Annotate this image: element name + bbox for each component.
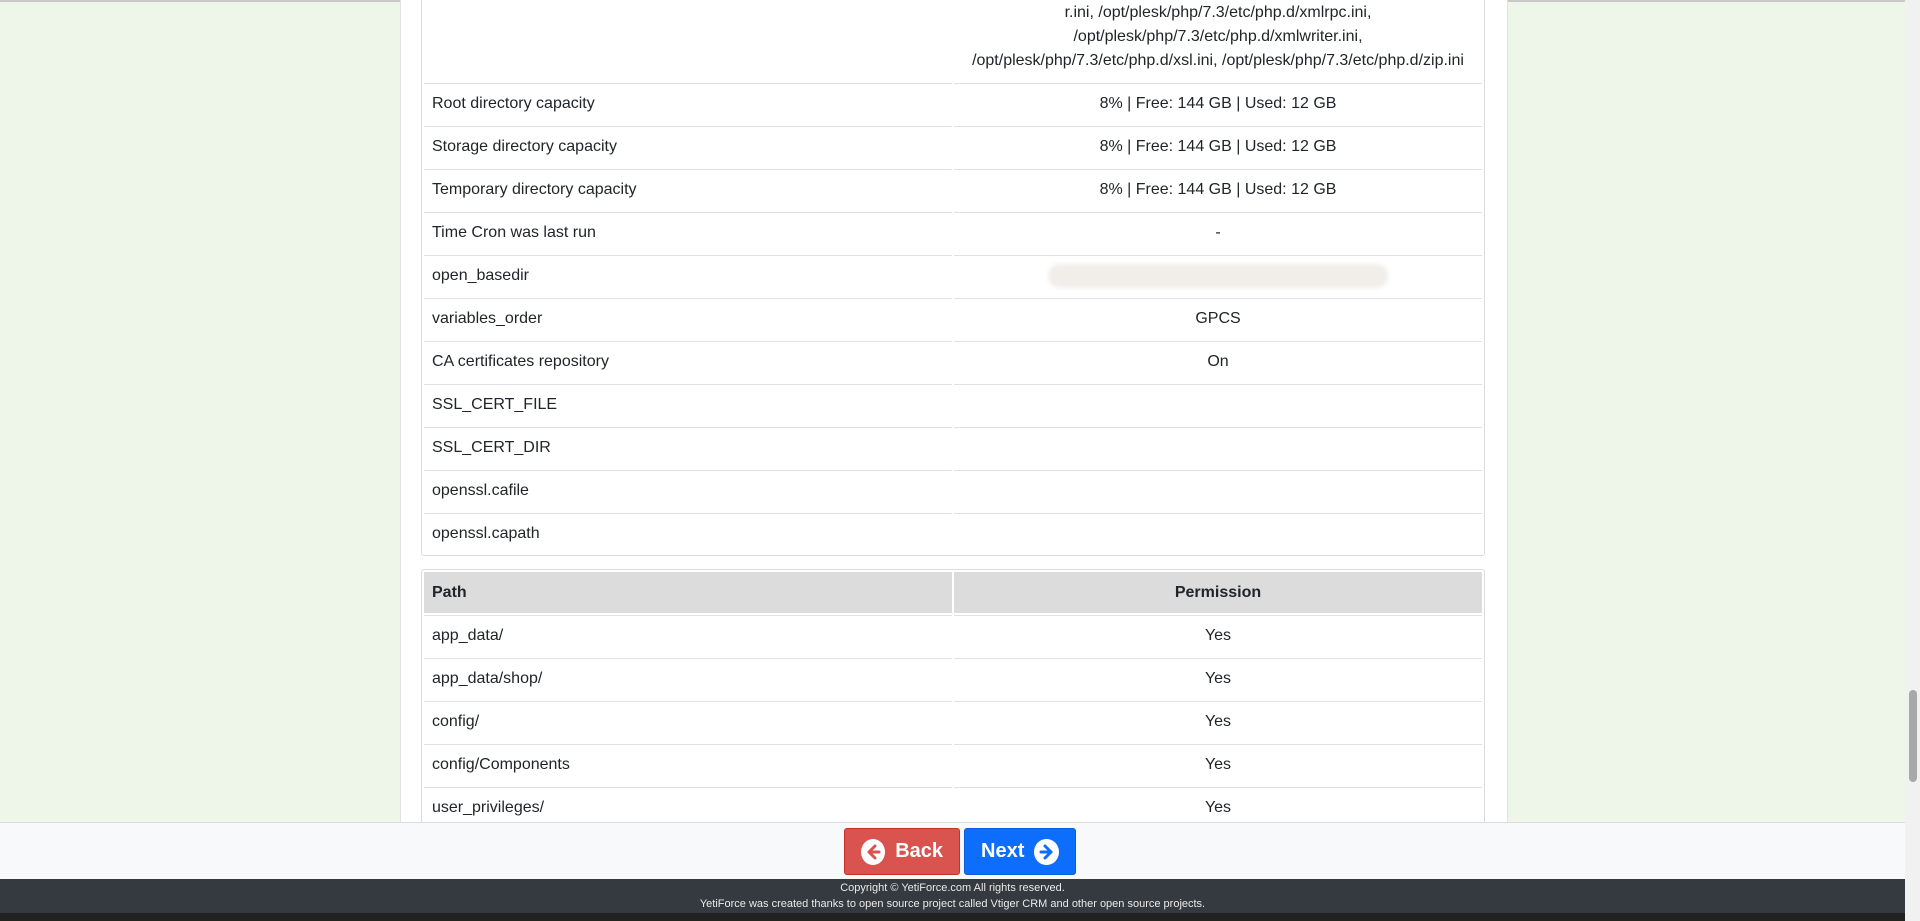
row-label: Root directory capacity: [424, 83, 952, 124]
redacted-value: [1048, 264, 1388, 288]
row-value: 8% | Free: 144 GB | Used: 12 GB: [954, 169, 1482, 210]
row-value: [954, 384, 1482, 425]
row-label: [424, 1, 952, 81]
row-value: [954, 427, 1482, 468]
table-row: app_data/ Yes: [424, 615, 1482, 656]
table-row: openssl.capath: [424, 513, 1482, 554]
table-row: openssl.cafile: [424, 470, 1482, 511]
table-row: open_basedir: [424, 255, 1482, 296]
row-value: 8% | Free: 144 GB | Used: 12 GB: [954, 83, 1482, 124]
table-row: app_data/shop/ Yes: [424, 658, 1482, 699]
row-value: [954, 470, 1482, 511]
row-label: Temporary directory capacity: [424, 169, 952, 210]
system-info-table: r.ini, /opt/plesk/php/7.3/etc/php.d/xmlr…: [421, 0, 1485, 556]
row-value: GPCS: [954, 298, 1482, 339]
bottom-strip: [0, 913, 1905, 921]
next-button-label: Next: [981, 840, 1025, 862]
arrow-circle-left-icon: [861, 838, 886, 865]
row-label: variables_order: [424, 298, 952, 339]
back-button[interactable]: Back: [844, 828, 960, 875]
row-label: Storage directory capacity: [424, 126, 952, 167]
permissions-table: Path Permission app_data/ Yes app_data/s…: [421, 569, 1485, 841]
row-label: openssl.cafile: [424, 470, 952, 511]
table-row: r.ini, /opt/plesk/php/7.3/etc/php.d/xmlr…: [424, 1, 1482, 81]
path-cell: config/: [424, 701, 952, 742]
row-label: openssl.capath: [424, 513, 952, 554]
row-value: On: [954, 341, 1482, 382]
vertical-scrollbar[interactable]: [1905, 0, 1920, 921]
table-row: CA certificates repository On: [424, 341, 1482, 382]
path-cell: app_data/shop/: [424, 658, 952, 699]
table-row: config/Components Yes: [424, 744, 1482, 785]
table-row: SSL_CERT_FILE: [424, 384, 1482, 425]
wizard-nav-bar: Back Next: [0, 822, 1905, 880]
table-header-row: Path Permission: [424, 572, 1482, 613]
arrow-circle-right-icon: [1034, 838, 1059, 865]
permission-cell: Yes: [954, 701, 1482, 742]
table-row: Time Cron was last run -: [424, 212, 1482, 253]
next-button[interactable]: Next: [964, 828, 1076, 875]
row-label: open_basedir: [424, 255, 952, 296]
row-label: CA certificates repository: [424, 341, 952, 382]
table-row: Root directory capacity 8% | Free: 144 G…: [424, 83, 1482, 124]
back-button-label: Back: [895, 840, 943, 862]
copyright-text: Copyright © YetiForce.com All rights res…: [840, 882, 1065, 894]
permission-cell: Yes: [954, 615, 1482, 656]
row-label: SSL_CERT_DIR: [424, 427, 952, 468]
row-label: SSL_CERT_FILE: [424, 384, 952, 425]
ini-files-value: r.ini, /opt/plesk/php/7.3/etc/php.d/xmlr…: [972, 4, 1464, 69]
page-footer: Copyright © YetiForce.com All rights res…: [0, 879, 1905, 913]
row-value: [954, 513, 1482, 554]
row-value: -: [954, 212, 1482, 253]
table-row: Temporary directory capacity 8% | Free: …: [424, 169, 1482, 210]
credits-text: YetiForce was created thanks to open sou…: [699, 898, 1206, 910]
row-label: Time Cron was last run: [424, 212, 952, 253]
table-row: SSL_CERT_DIR: [424, 427, 1482, 468]
permission-column-header: Permission: [954, 572, 1482, 613]
scrollbar-thumb[interactable]: [1909, 690, 1917, 782]
path-cell: config/Components: [424, 744, 952, 785]
path-cell: app_data/: [424, 615, 952, 656]
path-column-header: Path: [424, 572, 952, 613]
permission-cell: Yes: [954, 658, 1482, 699]
table-row: variables_order GPCS: [424, 298, 1482, 339]
table-row: Storage directory capacity 8% | Free: 14…: [424, 126, 1482, 167]
permission-cell: Yes: [954, 744, 1482, 785]
row-value: 8% | Free: 144 GB | Used: 12 GB: [954, 126, 1482, 167]
table-row: config/ Yes: [424, 701, 1482, 742]
row-value: [954, 255, 1482, 296]
